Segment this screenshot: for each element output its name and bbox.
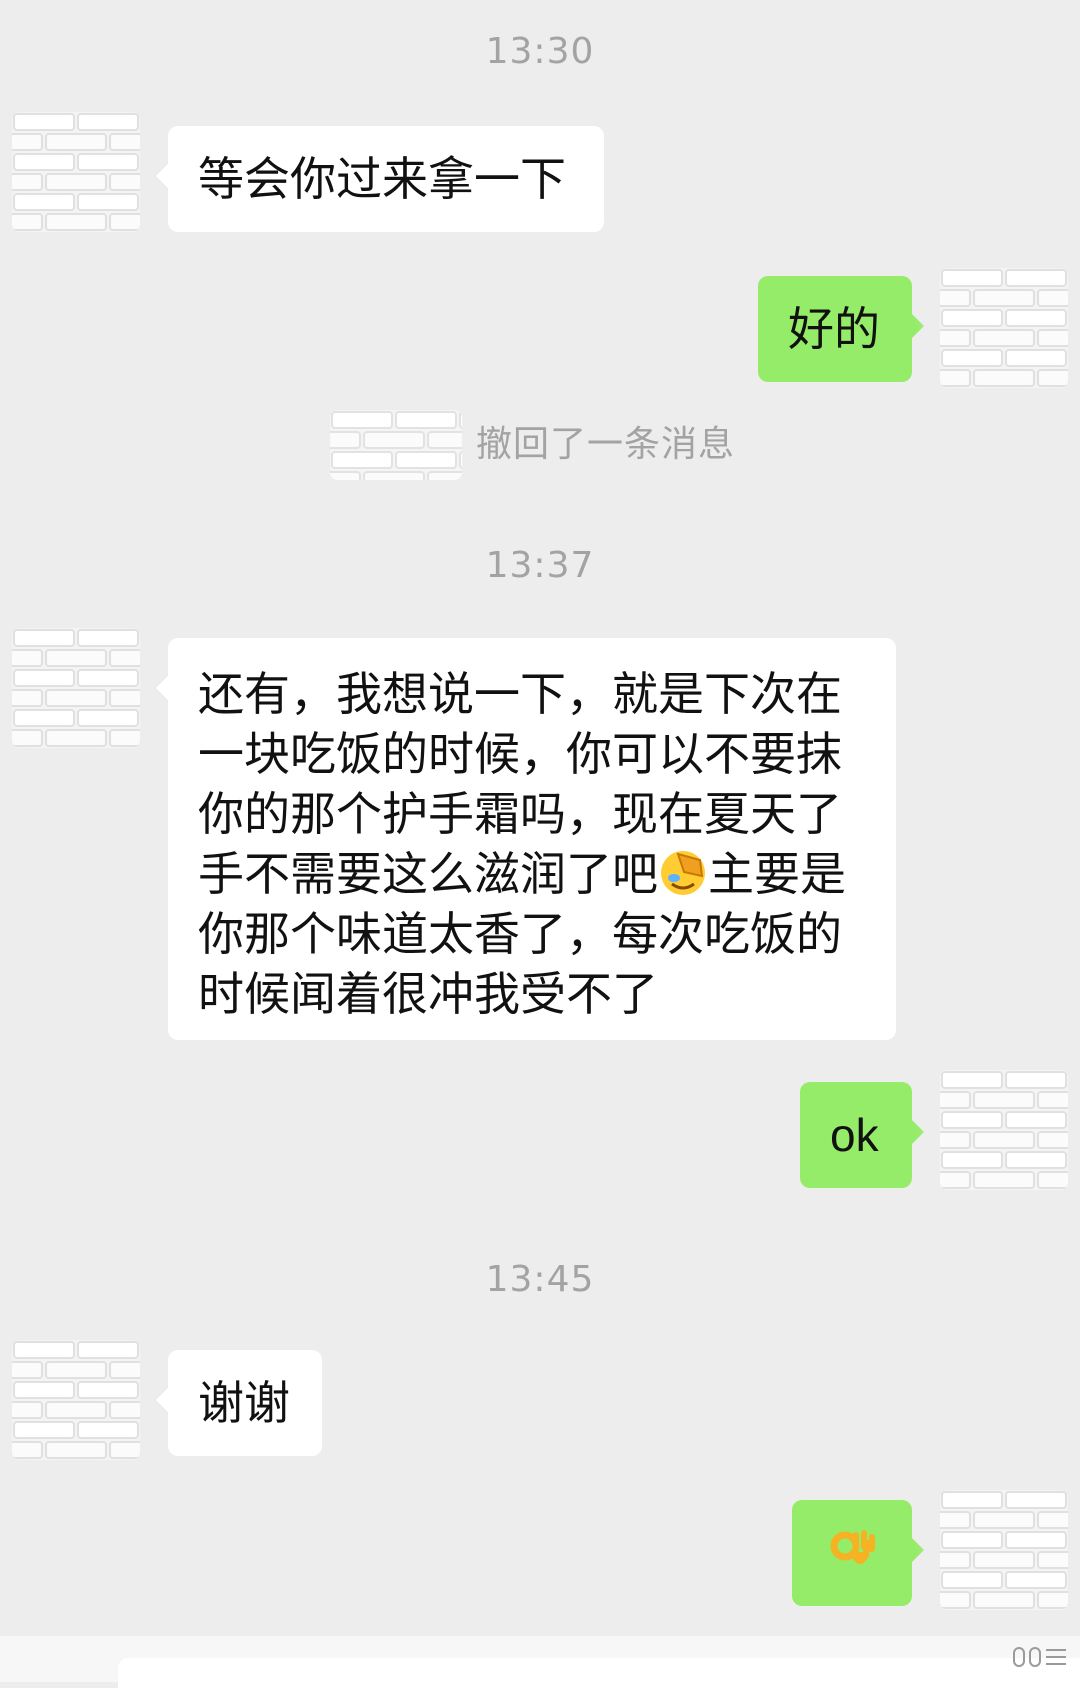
message-text: ok	[830, 1109, 879, 1161]
message-line: 你那个味道太香了，每次吃饭的	[198, 907, 842, 961]
brick-wall-avatar-icon	[330, 410, 462, 480]
message-line: 一块吃饭的时候，你可以不要抹	[198, 727, 842, 781]
brick-wall-avatar-icon	[940, 1490, 1068, 1610]
avatar-self[interactable]	[940, 1490, 1068, 1610]
message-line: 手不需要这么滋润了吧	[198, 847, 658, 901]
brick-wall-avatar-icon	[12, 1340, 140, 1460]
recall-notice: 撤回了一条消息	[330, 410, 735, 480]
recall-text: 撤回了一条消息	[476, 424, 736, 465]
avatar-contact[interactable]	[12, 112, 140, 232]
timestamp-1337: 13:37	[485, 545, 595, 586]
brick-wall-avatar-icon	[940, 268, 1068, 388]
ok-hand-emoji-icon	[830, 1530, 875, 1565]
avatar-contact[interactable]	[12, 1340, 140, 1460]
avatar-contact[interactable]	[12, 628, 140, 748]
message-bubble-outgoing[interactable]: ok	[800, 1082, 924, 1188]
message-text-block: 还有，我想说一下，就是下次在 一块吃饭的时候，你可以不要抹 你的那个护手霜吗，现…	[198, 664, 888, 1024]
chat-area[interactable]: 13:30 等会你过来拿一下 好的 撤回了一条消息 13:37 还有，我想说一下…	[0, 0, 1080, 1682]
watermark-icon	[1013, 1647, 1066, 1667]
message-text: 等会你过来拿一下	[198, 152, 566, 206]
message-bubble-incoming[interactable]: 还有，我想说一下，就是下次在 一块吃饭的时候，你可以不要抹 你的那个护手霜吗，现…	[156, 638, 896, 1040]
message-line-with-emoji: 手不需要这么滋润了吧 主要是	[198, 844, 888, 904]
message-input[interactable]	[118, 1658, 1080, 1688]
message-line: 主要是	[708, 847, 846, 901]
message-text: 好的	[788, 302, 880, 356]
recall-avatar	[330, 410, 462, 480]
avatar-self[interactable]	[940, 1070, 1068, 1190]
message-bubble-outgoing[interactable]: 好的	[758, 276, 924, 382]
message-bubble-outgoing[interactable]: 👌	[792, 1500, 924, 1606]
facepalm-emoji-icon	[661, 851, 705, 895]
timestamp-1330: 13:30	[485, 31, 595, 72]
message-line: 你的那个护手霜吗，现在夏天了	[198, 787, 842, 841]
avatar-self[interactable]	[940, 268, 1068, 388]
message-bubble-incoming[interactable]: 谢谢	[156, 1350, 322, 1456]
message-text: 谢谢	[198, 1376, 290, 1430]
brick-wall-avatar-icon	[940, 1070, 1068, 1190]
brick-wall-avatar-icon	[12, 628, 140, 748]
message-bubble-incoming[interactable]: 等会你过来拿一下	[156, 126, 604, 232]
brick-wall-avatar-icon	[12, 112, 140, 232]
message-line: 时候闻着很冲我受不了	[198, 967, 658, 1021]
timestamp-1345: 13:45	[485, 1259, 595, 1300]
message-line: 还有，我想说一下，就是下次在	[198, 667, 842, 721]
